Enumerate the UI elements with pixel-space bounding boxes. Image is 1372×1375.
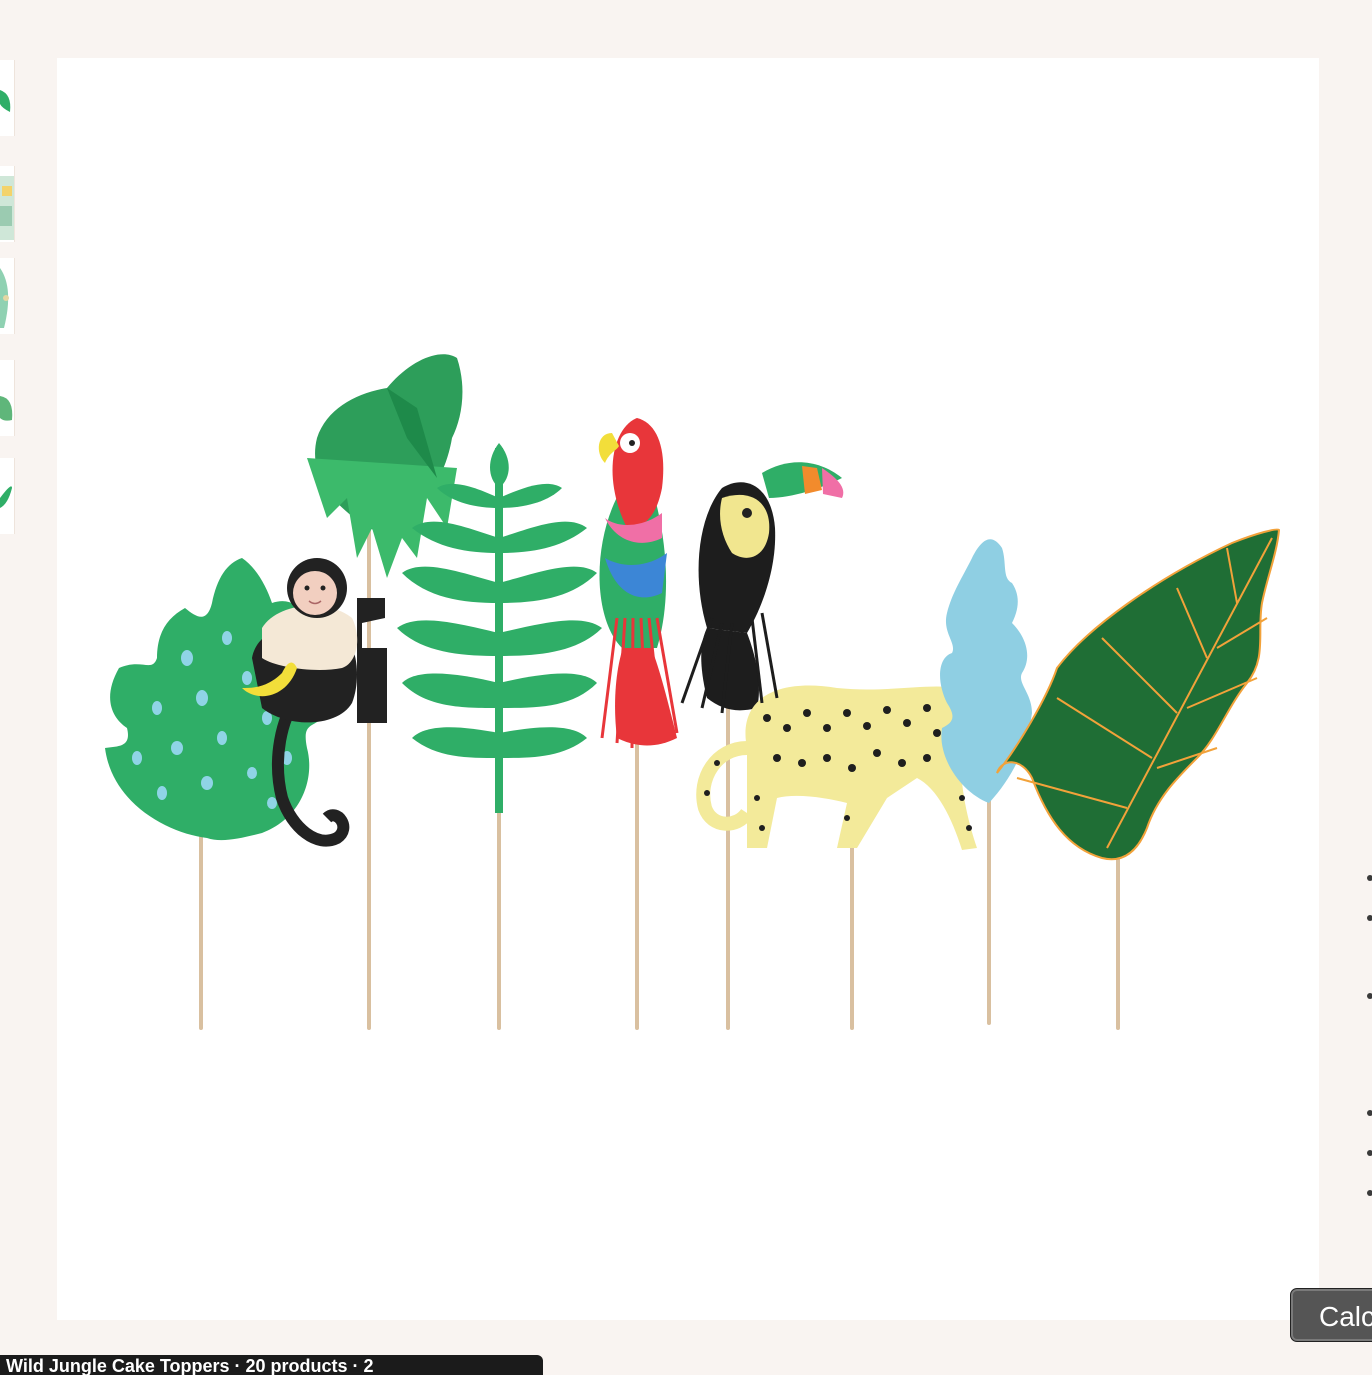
bottom-title-bar: Wild Jungle Cake Toppers · 20 products ·…	[0, 1355, 543, 1375]
bullet-dot	[1367, 915, 1372, 921]
bottom-title-text: Wild Jungle Cake Toppers · 20 products ·…	[6, 1356, 374, 1375]
bullet-dot	[1367, 1110, 1372, 1116]
page-indicator-dots	[1364, 0, 1372, 1368]
thumbnail-2[interactable]	[0, 166, 15, 242]
product-main-image[interactable]	[57, 58, 1319, 1320]
parrot	[598, 418, 677, 746]
thumbnail-5[interactable]	[0, 458, 15, 534]
bullet-dot	[1367, 875, 1372, 881]
cake-toppers-illustration	[105, 354, 1281, 1030]
palm-tree	[307, 354, 463, 578]
calc-button[interactable]: Calc	[1290, 1288, 1372, 1342]
thumbnail-1[interactable]	[0, 60, 15, 136]
bullet-dot	[1367, 993, 1372, 999]
thumbnail-3[interactable]	[0, 258, 15, 334]
calc-button-label: Calc	[1319, 1301, 1372, 1332]
bullet-dot	[1367, 1150, 1372, 1156]
toucan	[698, 462, 844, 711]
bullet-dot	[1367, 1190, 1372, 1196]
thumbnail-4[interactable]	[0, 360, 15, 436]
alocasia-leaf	[996, 528, 1281, 861]
